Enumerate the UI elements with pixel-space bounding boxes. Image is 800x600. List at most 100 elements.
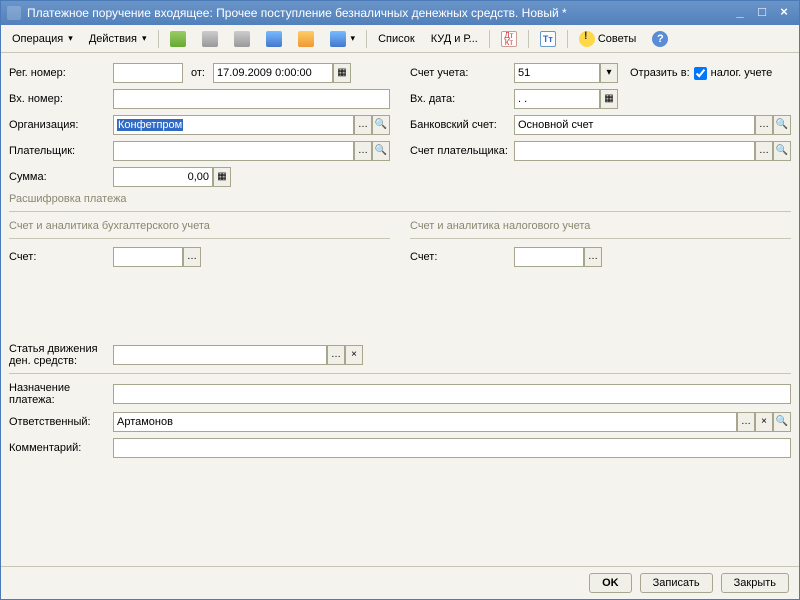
account-input[interactable]: [514, 63, 600, 83]
refresh-icon: [266, 31, 282, 47]
window-controls: _ □ ×: [731, 5, 793, 21]
cashflow-select-button[interactable]: …: [327, 345, 345, 365]
tax-acc-select-button[interactable]: …: [584, 247, 602, 267]
responsible-label: Ответственный:: [9, 416, 109, 428]
sum-calc-button[interactable]: ▦: [213, 167, 231, 187]
window-title: Платежное поручение входящее: Прочее пос…: [27, 6, 731, 20]
ok-button[interactable]: OK: [589, 573, 632, 593]
tax-account-checkbox[interactable]: [694, 67, 707, 80]
buh-acc-input[interactable]: [113, 247, 183, 267]
responsible-clear-button[interactable]: ×: [755, 412, 773, 432]
tb-icon-1[interactable]: [163, 28, 193, 50]
tb-icon-5[interactable]: [291, 28, 321, 50]
org-lookup-button[interactable]: 🔍: [372, 115, 390, 135]
payer-acct-label: Счет плательщика:: [410, 145, 510, 157]
buh-acc-select-button[interactable]: …: [183, 247, 201, 267]
payer-select-button[interactable]: …: [354, 141, 372, 161]
purpose-input[interactable]: [113, 384, 791, 404]
close-window-button[interactable]: ×: [775, 5, 793, 21]
dt-kt-button[interactable]: ДтКт: [494, 28, 524, 50]
sum-input[interactable]: [113, 167, 213, 187]
toolbar-separator: [489, 30, 490, 48]
bank-acct-input[interactable]: [514, 115, 755, 135]
tax-account-label: налог. учете: [711, 67, 773, 79]
in-date-picker-button[interactable]: ▦: [600, 89, 618, 109]
reg-number-label: Рег. номер:: [9, 67, 109, 79]
tips-button[interactable]: Советы: [572, 28, 643, 50]
section-divider: [9, 238, 390, 239]
tb-icon-6[interactable]: [323, 28, 363, 50]
app-window: Платежное поручение входящее: Прочее пос…: [0, 0, 800, 600]
payer-acct-select-button[interactable]: …: [755, 141, 773, 161]
bank-acct-lookup-button[interactable]: 🔍: [773, 115, 791, 135]
responsible-input[interactable]: [113, 412, 737, 432]
help-button[interactable]: ?: [645, 28, 675, 50]
payer-label: Плательщик:: [9, 145, 109, 157]
cashflow-label: Статья движения ден. средств:: [9, 343, 109, 367]
in-date-input[interactable]: [514, 89, 600, 109]
cashflow-input[interactable]: [113, 345, 327, 365]
purpose-label: Назначение платежа:: [9, 382, 109, 406]
titlebar: Платежное поручение входящее: Прочее пос…: [1, 1, 799, 25]
date-input[interactable]: [213, 63, 333, 83]
toolbar: Операция Действия Список КУД и Р... ДтКт…: [1, 25, 799, 53]
bank-acct-select-button[interactable]: …: [755, 115, 773, 135]
tax-acc-label: Счет:: [410, 251, 510, 263]
form-content: Рег. номер: от: ▦ Вх. номер: Организация…: [1, 53, 799, 566]
section-divider: [9, 211, 791, 212]
app-icon: [7, 6, 21, 20]
bottom-bar: OK Записать Закрыть: [1, 566, 799, 599]
tips-icon: [579, 31, 595, 47]
maximize-button[interactable]: □: [753, 5, 771, 21]
save-button[interactable]: Записать: [640, 573, 713, 593]
org-select-button[interactable]: …: [354, 115, 372, 135]
payer-acct-lookup-button[interactable]: 🔍: [773, 141, 791, 161]
comment-input[interactable]: [113, 438, 791, 458]
org-input[interactable]: Конфетпром: [113, 115, 354, 135]
section-divider: [9, 373, 791, 374]
in-number-input[interactable]: [113, 89, 390, 109]
go-icon: [330, 31, 346, 47]
in-date-label: Вх. дата:: [410, 93, 510, 105]
tb-icon-2[interactable]: [195, 28, 225, 50]
toolbar-separator: [158, 30, 159, 48]
actions-menu[interactable]: Действия: [82, 30, 154, 48]
account-label: Счет учета:: [410, 67, 510, 79]
payer-input[interactable]: [113, 141, 354, 161]
from-label: от:: [191, 67, 205, 79]
tax-section-title: Счет и аналитика налогового учета: [410, 220, 791, 232]
account-dd-button[interactable]: ▾: [600, 63, 618, 83]
close-button[interactable]: Закрыть: [721, 573, 789, 593]
section-divider: [410, 238, 791, 239]
comment-label: Комментарий:: [9, 442, 109, 454]
buh-section-title: Счет и аналитика бухгалтерского учета: [9, 220, 390, 232]
reflect-label: Отразить в:: [630, 67, 690, 79]
decode-section-title: Расшифровка платежа: [9, 193, 791, 205]
operation-menu[interactable]: Операция: [5, 30, 80, 48]
tt-button[interactable]: Tт: [533, 28, 563, 50]
sheet-icon: [234, 31, 250, 47]
kudir-button[interactable]: КУД и Р...: [424, 30, 485, 48]
toolbar-separator: [366, 30, 367, 48]
payer-lookup-button[interactable]: 🔍: [372, 141, 390, 161]
tax-acc-input[interactable]: [514, 247, 584, 267]
responsible-lookup-button[interactable]: 🔍: [773, 412, 791, 432]
tb-icon-4[interactable]: [259, 28, 289, 50]
copy-icon: [202, 31, 218, 47]
in-number-label: Вх. номер:: [9, 93, 109, 105]
tb-icon-3[interactable]: [227, 28, 257, 50]
cashflow-clear-button[interactable]: ×: [345, 345, 363, 365]
sum-label: Сумма:: [9, 171, 109, 183]
toolbar-separator: [528, 30, 529, 48]
toolbar-separator: [567, 30, 568, 48]
responsible-select-button[interactable]: …: [737, 412, 755, 432]
org-label: Организация:: [9, 119, 109, 131]
buh-acc-label: Счет:: [9, 251, 109, 263]
reg-number-input[interactable]: [113, 63, 183, 83]
date-picker-button[interactable]: ▦: [333, 63, 351, 83]
minimize-button[interactable]: _: [731, 5, 749, 21]
list-button[interactable]: Список: [371, 30, 422, 48]
post-icon: [298, 31, 314, 47]
payer-acct-input[interactable]: [514, 141, 755, 161]
help-icon: ?: [652, 31, 668, 47]
